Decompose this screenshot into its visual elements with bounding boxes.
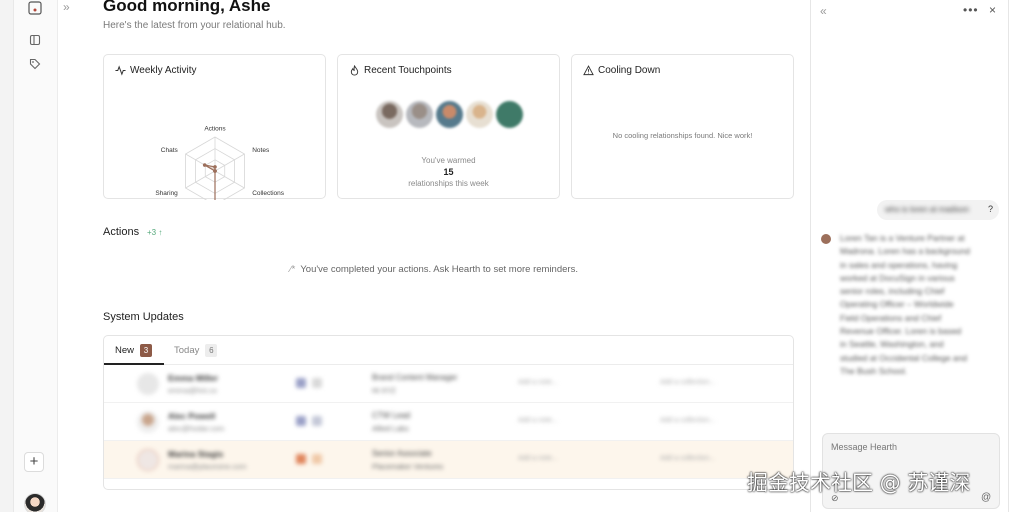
user-message-suffix: ? bbox=[987, 204, 993, 214]
page-title: Good morning, Ashe bbox=[103, 0, 271, 15]
left-rail: + bbox=[0, 0, 58, 512]
panel-divider bbox=[1008, 0, 1009, 512]
home-icon[interactable] bbox=[27, 0, 43, 16]
avatar bbox=[137, 373, 159, 395]
tab-today-count: 6 bbox=[205, 344, 218, 357]
recent-touchpoints-label: Recent Touchpoints bbox=[364, 65, 452, 76]
actions-empty-state: ⁄* You've completed your actions. Ask Hea… bbox=[58, 264, 810, 275]
assistant-panel: « ••• × who is loren at madison ? Loren … bbox=[810, 0, 1024, 512]
chip-icon bbox=[296, 416, 306, 426]
actions-empty-text: You've completed your actions. Ask Heart… bbox=[300, 264, 578, 275]
row-role: Brand Content Manager bbox=[372, 373, 458, 382]
row-email: marina@placesine.com bbox=[168, 462, 247, 471]
flame-icon bbox=[350, 65, 359, 76]
radar-axis-label: Sharing bbox=[155, 190, 178, 197]
tab-today[interactable]: Today 6 bbox=[174, 344, 218, 357]
book-icon[interactable] bbox=[27, 32, 43, 48]
assistant-avatar bbox=[821, 234, 831, 244]
chip-icon bbox=[296, 454, 306, 464]
warning-icon bbox=[583, 65, 594, 76]
row-role: Senior Associate bbox=[372, 449, 432, 458]
table-row[interactable]: Alec Powell alec@hodar.com CTW Lead Alli… bbox=[104, 403, 793, 441]
cooling-down-card[interactable]: Cooling Down No cooling relationships fo… bbox=[571, 54, 794, 199]
row-email: alec@hodar.com bbox=[168, 424, 225, 433]
phone-icon bbox=[312, 416, 322, 426]
user-message-text: who is loren at madison bbox=[885, 205, 970, 214]
tab-new-count: 3 bbox=[140, 344, 153, 357]
actions-badge: +3 ↑ bbox=[147, 228, 163, 237]
row-collection: Add a collection... bbox=[660, 417, 716, 424]
updates-tabs: New 3 Today 6 bbox=[104, 336, 793, 365]
chip-icon bbox=[296, 378, 306, 388]
touchpoints-caption-2: relationships this week bbox=[408, 179, 489, 188]
row-company: Placemaker Ventures bbox=[372, 462, 444, 471]
avatar[interactable] bbox=[466, 101, 493, 128]
row-company: Allied Labs bbox=[372, 424, 409, 433]
link-icon bbox=[312, 454, 322, 464]
avatar[interactable] bbox=[376, 101, 403, 128]
cooling-empty-message: No cooling relationships found. Nice wor… bbox=[612, 131, 753, 140]
row-note: Add a note... bbox=[518, 379, 558, 386]
radar-data-point bbox=[213, 169, 217, 173]
tab-new[interactable]: New 3 bbox=[115, 344, 153, 357]
page-subtitle: Here's the latest from your relational h… bbox=[103, 20, 286, 31]
tag-icon[interactable] bbox=[27, 56, 43, 72]
assistant-message: Loren Tan is a Venture Partner at Madron… bbox=[840, 233, 970, 376]
avatar[interactable] bbox=[406, 101, 433, 128]
radar-axis-label: Notes bbox=[252, 147, 270, 154]
recent-touchpoints-title: Recent Touchpoints bbox=[349, 65, 452, 76]
touchpoints-caption: You've warmed bbox=[421, 156, 476, 165]
row-role: CTW Lead bbox=[372, 411, 411, 420]
tab-today-label: Today bbox=[174, 345, 200, 356]
radar-axis-label: Chats bbox=[161, 147, 179, 154]
avatar bbox=[137, 449, 159, 471]
row-collection: Add a collection... bbox=[660, 455, 716, 462]
row-name: Emma Miller bbox=[168, 373, 219, 383]
avatar[interactable] bbox=[436, 101, 463, 128]
radar-data-point bbox=[213, 165, 217, 169]
avatar bbox=[137, 411, 159, 433]
composer-placeholder: Message Hearth bbox=[831, 442, 898, 452]
add-button[interactable]: + bbox=[24, 452, 44, 472]
actions-heading: Actions bbox=[103, 226, 140, 238]
more-options-icon[interactable]: ••• bbox=[963, 3, 979, 17]
row-company: Hi XYZ bbox=[372, 386, 396, 395]
row-note: Add a note... bbox=[518, 455, 558, 462]
weekly-activity-card[interactable]: Weekly Activity ActionsNotesCollectionsV… bbox=[103, 54, 326, 200]
rail-strip bbox=[0, 0, 14, 512]
user-message: who is loren at madison ? bbox=[877, 200, 999, 220]
row-name: Marina Stagis bbox=[168, 449, 224, 459]
tab-new-label: New bbox=[115, 345, 135, 356]
wand-icon: ⁄* bbox=[290, 264, 296, 275]
radar-axis-label: Actions bbox=[204, 126, 226, 133]
touchpoints-count: 15 bbox=[443, 167, 454, 177]
table-row[interactable]: Emma Miller emma@hnt.co Brand Content Ma… bbox=[104, 365, 793, 403]
row-name: Alec Powell bbox=[168, 411, 216, 421]
system-updates-table: New 3 Today 6 Emma Miller emma@hnt.co Br… bbox=[103, 335, 794, 490]
link-icon bbox=[312, 378, 322, 388]
mention-icon[interactable]: @ bbox=[981, 492, 991, 503]
row-note: Add a note... bbox=[518, 417, 558, 424]
watermark: 掘金技术社区 @ 苏谨深 bbox=[747, 471, 971, 495]
user-avatar[interactable] bbox=[24, 493, 46, 512]
collapse-panel-icon[interactable]: « bbox=[820, 4, 827, 18]
system-updates-heading: System Updates bbox=[103, 311, 184, 323]
main-content: Good morning, Ashe Here's the latest fro… bbox=[58, 0, 810, 512]
cooling-down-title: Cooling Down bbox=[583, 65, 660, 76]
radar-chart: ActionsNotesCollectionsVerificationsShar… bbox=[155, 126, 285, 200]
row-collection: Add a collection... bbox=[660, 379, 716, 386]
close-icon[interactable]: × bbox=[989, 3, 996, 17]
cooling-down-label: Cooling Down bbox=[598, 65, 661, 76]
row-email: emma@hnt.co bbox=[168, 386, 217, 395]
recent-touchpoints-card[interactable]: Recent Touchpoints You've warmed 15 rela… bbox=[337, 54, 560, 199]
table-row[interactable]: Marina Stagis marina@placesine.com Senio… bbox=[104, 441, 793, 479]
touchpoint-avatars bbox=[376, 101, 523, 128]
radar-axis-label: Collections bbox=[252, 190, 285, 197]
radar-data-point bbox=[202, 163, 207, 167]
avatar[interactable] bbox=[496, 101, 523, 128]
